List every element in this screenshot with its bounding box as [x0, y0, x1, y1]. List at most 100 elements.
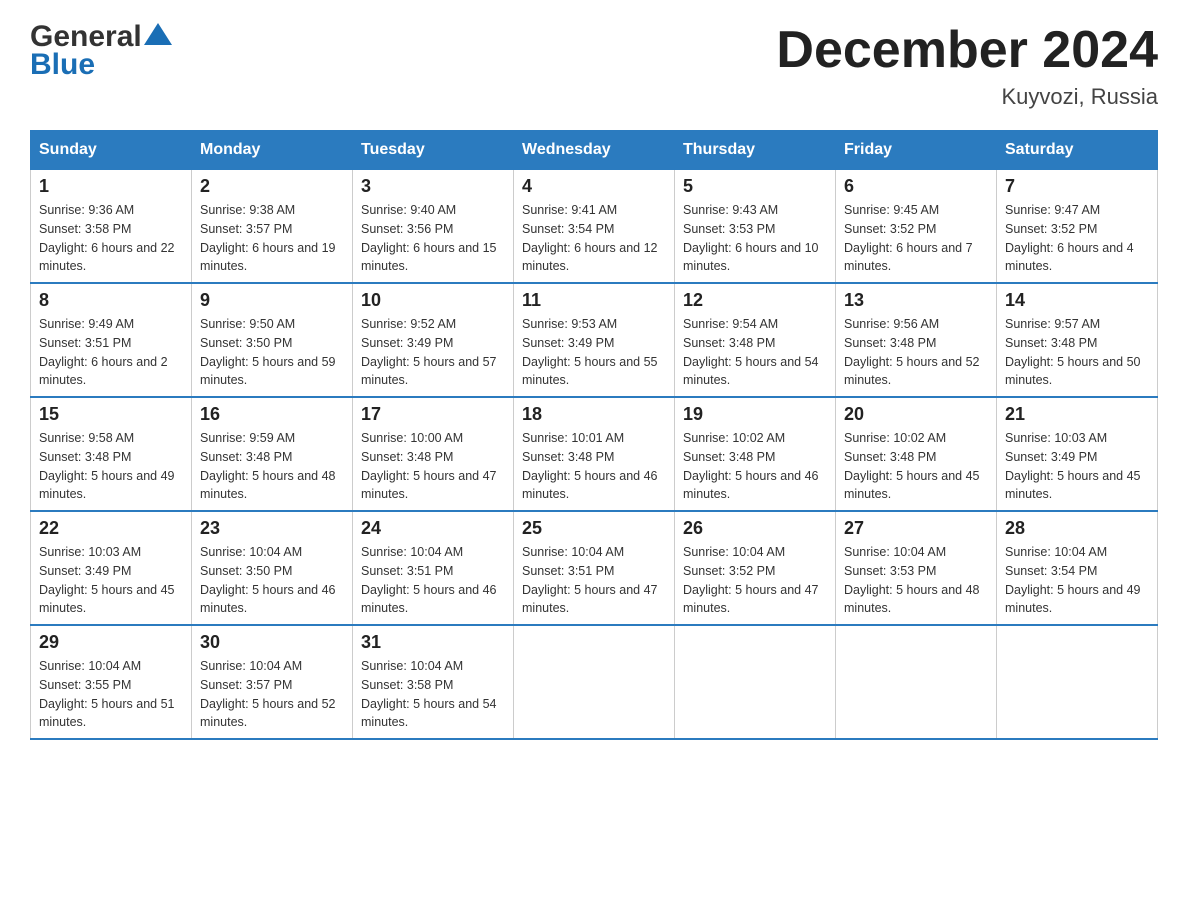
- col-header-saturday: Saturday: [997, 131, 1158, 170]
- day-info: Sunrise: 10:04 AM Sunset: 3:51 PM Daylig…: [522, 543, 666, 618]
- location: Kuyvozi, Russia: [776, 84, 1158, 110]
- calendar-day-cell: 15 Sunrise: 9:58 AM Sunset: 3:48 PM Dayl…: [31, 397, 192, 511]
- calendar-day-cell: 22 Sunrise: 10:03 AM Sunset: 3:49 PM Day…: [31, 511, 192, 625]
- calendar-day-cell: 28 Sunrise: 10:04 AM Sunset: 3:54 PM Day…: [997, 511, 1158, 625]
- day-info: Sunrise: 10:02 AM Sunset: 3:48 PM Daylig…: [683, 429, 827, 504]
- day-number: 18: [522, 404, 666, 425]
- day-info: Sunrise: 9:43 AM Sunset: 3:53 PM Dayligh…: [683, 201, 827, 276]
- day-number: 1: [39, 176, 183, 197]
- col-header-tuesday: Tuesday: [353, 131, 514, 170]
- logo-blue: Blue: [30, 48, 95, 82]
- calendar-table: SundayMondayTuesdayWednesdayThursdayFrid…: [30, 130, 1158, 740]
- day-number: 19: [683, 404, 827, 425]
- calendar-day-cell: 16 Sunrise: 9:59 AM Sunset: 3:48 PM Dayl…: [192, 397, 353, 511]
- calendar-day-cell: 2 Sunrise: 9:38 AM Sunset: 3:57 PM Dayli…: [192, 170, 353, 284]
- day-info: Sunrise: 10:01 AM Sunset: 3:48 PM Daylig…: [522, 429, 666, 504]
- calendar-day-cell: 9 Sunrise: 9:50 AM Sunset: 3:50 PM Dayli…: [192, 283, 353, 397]
- day-info: Sunrise: 9:58 AM Sunset: 3:48 PM Dayligh…: [39, 429, 183, 504]
- day-info: Sunrise: 9:54 AM Sunset: 3:48 PM Dayligh…: [683, 315, 827, 390]
- calendar-day-cell: 12 Sunrise: 9:54 AM Sunset: 3:48 PM Dayl…: [675, 283, 836, 397]
- day-number: 25: [522, 518, 666, 539]
- day-info: Sunrise: 10:04 AM Sunset: 3:50 PM Daylig…: [200, 543, 344, 618]
- day-info: Sunrise: 9:41 AM Sunset: 3:54 PM Dayligh…: [522, 201, 666, 276]
- day-number: 27: [844, 518, 988, 539]
- day-info: Sunrise: 10:02 AM Sunset: 3:48 PM Daylig…: [844, 429, 988, 504]
- month-title: December 2024: [776, 20, 1158, 80]
- day-info: Sunrise: 9:40 AM Sunset: 3:56 PM Dayligh…: [361, 201, 505, 276]
- empty-cell: [997, 625, 1158, 739]
- day-number: 8: [39, 290, 183, 311]
- calendar-day-cell: 30 Sunrise: 10:04 AM Sunset: 3:57 PM Day…: [192, 625, 353, 739]
- day-info: Sunrise: 10:04 AM Sunset: 3:58 PM Daylig…: [361, 657, 505, 732]
- calendar-day-cell: 11 Sunrise: 9:53 AM Sunset: 3:49 PM Dayl…: [514, 283, 675, 397]
- day-info: Sunrise: 10:03 AM Sunset: 3:49 PM Daylig…: [1005, 429, 1149, 504]
- calendar-day-cell: 13 Sunrise: 9:56 AM Sunset: 3:48 PM Dayl…: [836, 283, 997, 397]
- day-info: Sunrise: 10:04 AM Sunset: 3:51 PM Daylig…: [361, 543, 505, 618]
- calendar-day-cell: 24 Sunrise: 10:04 AM Sunset: 3:51 PM Day…: [353, 511, 514, 625]
- day-info: Sunrise: 9:52 AM Sunset: 3:49 PM Dayligh…: [361, 315, 505, 390]
- day-info: Sunrise: 9:45 AM Sunset: 3:52 PM Dayligh…: [844, 201, 988, 276]
- calendar-day-cell: 5 Sunrise: 9:43 AM Sunset: 3:53 PM Dayli…: [675, 170, 836, 284]
- day-info: Sunrise: 10:04 AM Sunset: 3:54 PM Daylig…: [1005, 543, 1149, 618]
- day-info: Sunrise: 10:03 AM Sunset: 3:49 PM Daylig…: [39, 543, 183, 618]
- day-number: 21: [1005, 404, 1149, 425]
- calendar-day-cell: 17 Sunrise: 10:00 AM Sunset: 3:48 PM Day…: [353, 397, 514, 511]
- calendar-week-row: 29 Sunrise: 10:04 AM Sunset: 3:55 PM Day…: [31, 625, 1158, 739]
- calendar-day-cell: 20 Sunrise: 10:02 AM Sunset: 3:48 PM Day…: [836, 397, 997, 511]
- calendar-day-cell: 27 Sunrise: 10:04 AM Sunset: 3:53 PM Day…: [836, 511, 997, 625]
- day-info: Sunrise: 9:57 AM Sunset: 3:48 PM Dayligh…: [1005, 315, 1149, 390]
- day-number: 17: [361, 404, 505, 425]
- day-number: 4: [522, 176, 666, 197]
- calendar-header-row: SundayMondayTuesdayWednesdayThursdayFrid…: [31, 131, 1158, 170]
- day-number: 13: [844, 290, 988, 311]
- day-number: 30: [200, 632, 344, 653]
- day-info: Sunrise: 10:04 AM Sunset: 3:52 PM Daylig…: [683, 543, 827, 618]
- day-number: 28: [1005, 518, 1149, 539]
- col-header-monday: Monday: [192, 131, 353, 170]
- col-header-wednesday: Wednesday: [514, 131, 675, 170]
- day-number: 31: [361, 632, 505, 653]
- col-header-sunday: Sunday: [31, 131, 192, 170]
- calendar-week-row: 22 Sunrise: 10:03 AM Sunset: 3:49 PM Day…: [31, 511, 1158, 625]
- logo: General Blue: [30, 20, 172, 82]
- day-info: Sunrise: 10:04 AM Sunset: 3:55 PM Daylig…: [39, 657, 183, 732]
- day-info: Sunrise: 9:50 AM Sunset: 3:50 PM Dayligh…: [200, 315, 344, 390]
- day-number: 7: [1005, 176, 1149, 197]
- day-number: 6: [844, 176, 988, 197]
- calendar-day-cell: 3 Sunrise: 9:40 AM Sunset: 3:56 PM Dayli…: [353, 170, 514, 284]
- day-number: 5: [683, 176, 827, 197]
- day-number: 10: [361, 290, 505, 311]
- day-number: 15: [39, 404, 183, 425]
- calendar-day-cell: 21 Sunrise: 10:03 AM Sunset: 3:49 PM Day…: [997, 397, 1158, 511]
- day-number: 9: [200, 290, 344, 311]
- page-header: General Blue December 2024 Kuyvozi, Russ…: [30, 20, 1158, 110]
- day-info: Sunrise: 9:47 AM Sunset: 3:52 PM Dayligh…: [1005, 201, 1149, 276]
- day-number: 23: [200, 518, 344, 539]
- title-block: December 2024 Kuyvozi, Russia: [776, 20, 1158, 110]
- empty-cell: [836, 625, 997, 739]
- calendar-day-cell: 29 Sunrise: 10:04 AM Sunset: 3:55 PM Day…: [31, 625, 192, 739]
- empty-cell: [514, 625, 675, 739]
- day-number: 3: [361, 176, 505, 197]
- calendar-day-cell: 7 Sunrise: 9:47 AM Sunset: 3:52 PM Dayli…: [997, 170, 1158, 284]
- calendar-day-cell: 10 Sunrise: 9:52 AM Sunset: 3:49 PM Dayl…: [353, 283, 514, 397]
- day-info: Sunrise: 9:59 AM Sunset: 3:48 PM Dayligh…: [200, 429, 344, 504]
- empty-cell: [675, 625, 836, 739]
- day-info: Sunrise: 9:36 AM Sunset: 3:58 PM Dayligh…: [39, 201, 183, 276]
- calendar-day-cell: 18 Sunrise: 10:01 AM Sunset: 3:48 PM Day…: [514, 397, 675, 511]
- day-info: Sunrise: 9:38 AM Sunset: 3:57 PM Dayligh…: [200, 201, 344, 276]
- calendar-day-cell: 26 Sunrise: 10:04 AM Sunset: 3:52 PM Day…: [675, 511, 836, 625]
- calendar-day-cell: 23 Sunrise: 10:04 AM Sunset: 3:50 PM Day…: [192, 511, 353, 625]
- calendar-week-row: 1 Sunrise: 9:36 AM Sunset: 3:58 PM Dayli…: [31, 170, 1158, 284]
- col-header-friday: Friday: [836, 131, 997, 170]
- day-number: 2: [200, 176, 344, 197]
- calendar-day-cell: 19 Sunrise: 10:02 AM Sunset: 3:48 PM Day…: [675, 397, 836, 511]
- day-info: Sunrise: 9:56 AM Sunset: 3:48 PM Dayligh…: [844, 315, 988, 390]
- day-info: Sunrise: 9:49 AM Sunset: 3:51 PM Dayligh…: [39, 315, 183, 390]
- calendar-day-cell: 14 Sunrise: 9:57 AM Sunset: 3:48 PM Dayl…: [997, 283, 1158, 397]
- calendar-week-row: 15 Sunrise: 9:58 AM Sunset: 3:48 PM Dayl…: [31, 397, 1158, 511]
- day-number: 16: [200, 404, 344, 425]
- calendar-day-cell: 8 Sunrise: 9:49 AM Sunset: 3:51 PM Dayli…: [31, 283, 192, 397]
- day-number: 11: [522, 290, 666, 311]
- calendar-day-cell: 1 Sunrise: 9:36 AM Sunset: 3:58 PM Dayli…: [31, 170, 192, 284]
